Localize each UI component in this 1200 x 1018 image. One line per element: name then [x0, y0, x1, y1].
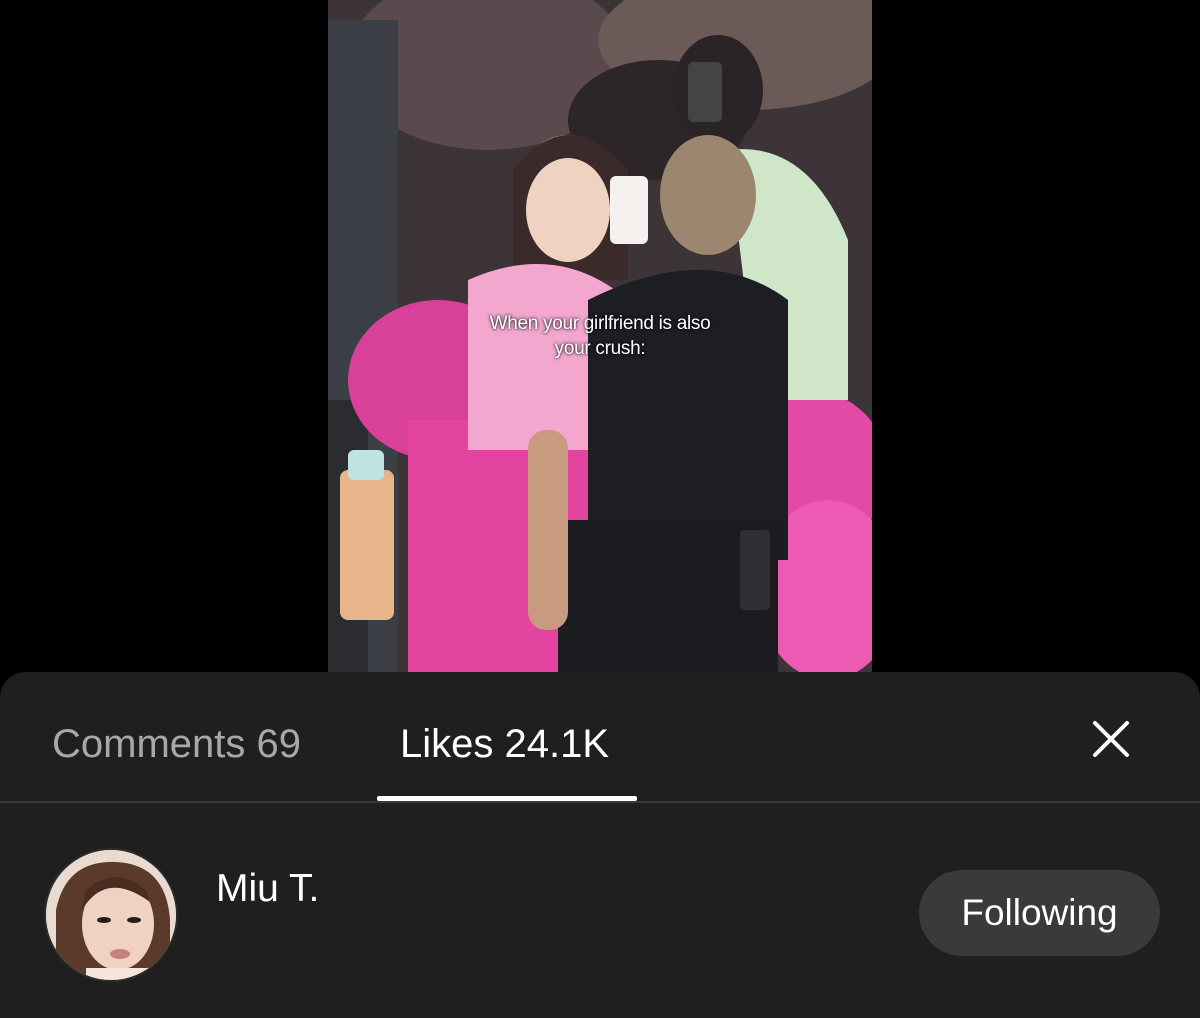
avatar[interactable] [44, 848, 178, 982]
caption-line-2: your crush: [554, 338, 646, 359]
user-name[interactable]: Miu T. [216, 864, 319, 914]
sheet-tab-bar: Comments 69 Likes 24.1K [0, 672, 1200, 803]
video-caption: When your girlfriend is also your crush: [450, 311, 750, 361]
app-screen: When your girlfriend is also your crush:… [0, 0, 1200, 1018]
tab-comments[interactable]: Comments 69 [52, 716, 301, 772]
caption-line-1: When your girlfriend is also [489, 313, 711, 334]
video-player[interactable]: When your girlfriend is also your crush: [328, 0, 872, 672]
likes-bottom-sheet: Comments 69 Likes 24.1K Miu T. Following [0, 672, 1200, 1018]
close-icon [1093, 721, 1129, 757]
following-button[interactable]: Following [919, 870, 1160, 956]
active-tab-indicator [377, 796, 637, 801]
avatar-photo [46, 850, 176, 980]
close-button[interactable] [1084, 712, 1138, 766]
list-item[interactable]: Miu T. Following [0, 844, 1200, 982]
tab-likes[interactable]: Likes 24.1K [400, 716, 609, 772]
